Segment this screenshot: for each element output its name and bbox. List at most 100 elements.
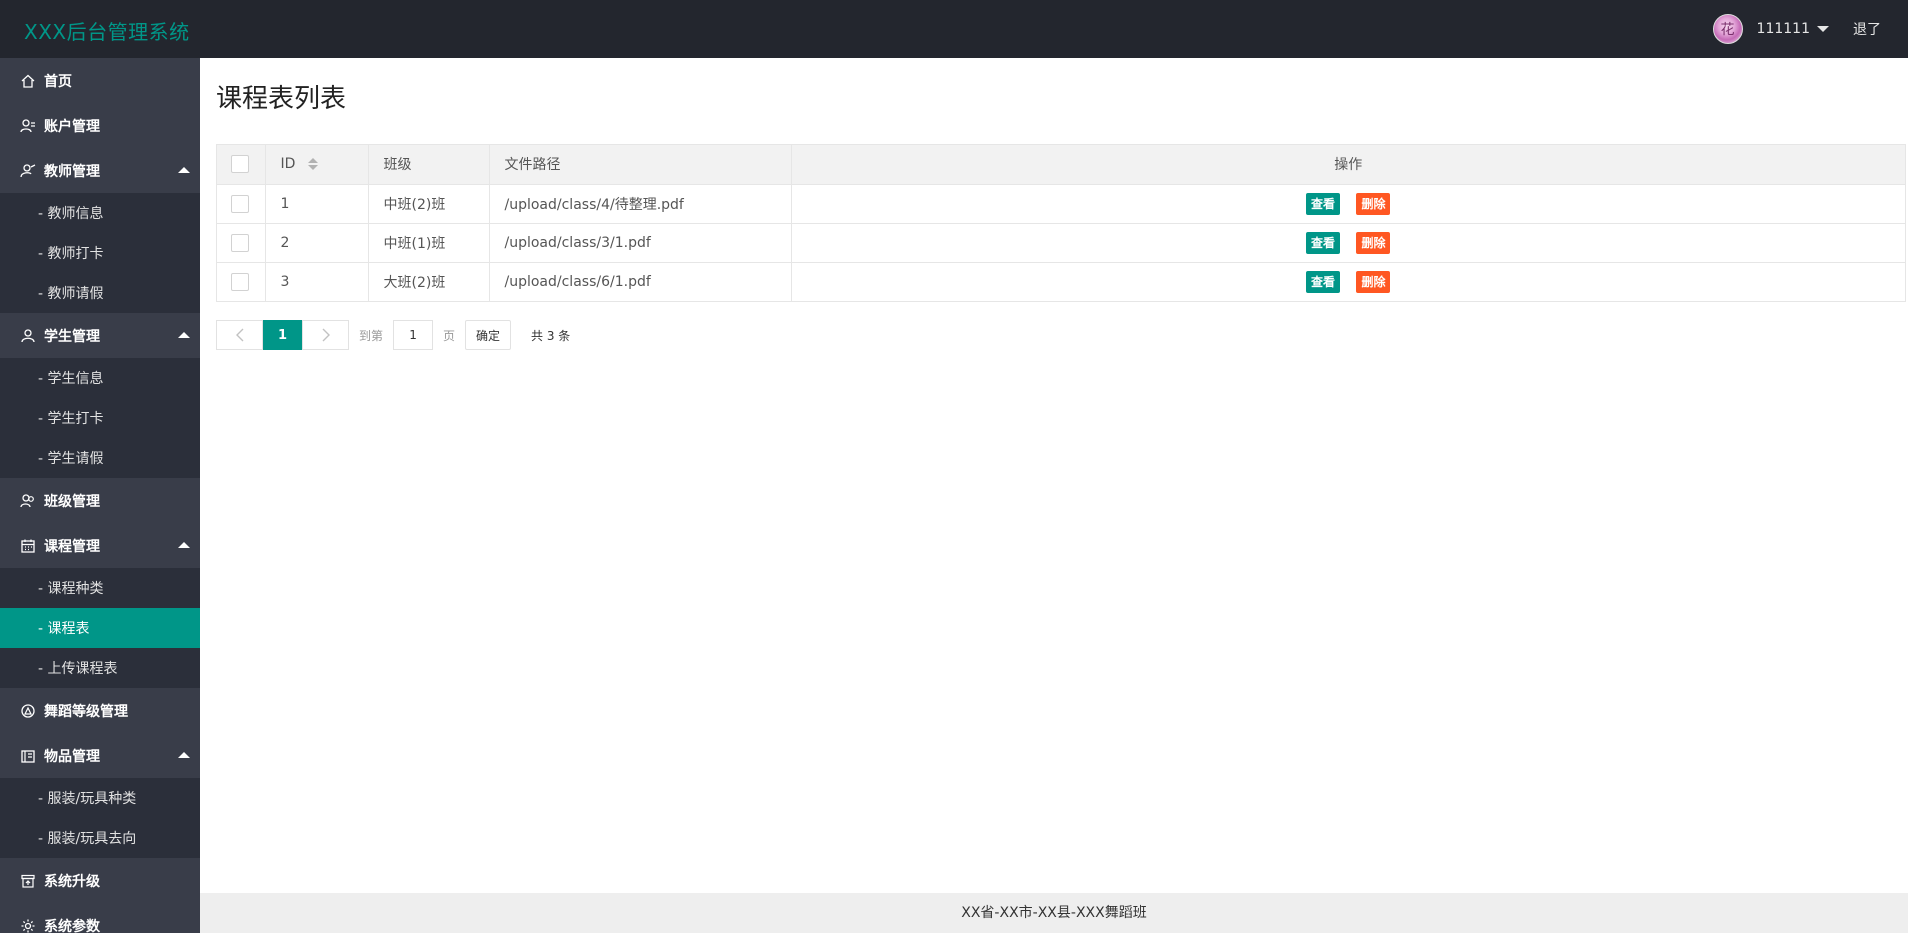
level-icon xyxy=(21,703,35,718)
cell-path: /upload/class/6/1.pdf xyxy=(489,262,792,301)
delete-button[interactable]: 删除 xyxy=(1356,270,1391,293)
user-area: 花 111111 退了 xyxy=(1712,0,1908,58)
confirm-button[interactable]: 确定 xyxy=(465,320,512,350)
table-row: 2 中班(1)班 /upload/class/3/1.pdf 查看 删除 xyxy=(217,223,1905,263)
main-content: 课程表列表 ID 班级 文件路径 操作 1 中班(2)班 /upload/cla… xyxy=(200,58,1908,894)
prev-page-button[interactable] xyxy=(216,320,263,350)
sidebar-item-label: 教师管理 xyxy=(44,163,100,180)
top-header: XXX后台管理系统 花 111111 退了 xyxy=(0,0,1908,58)
table-header-row: ID 班级 文件路径 操作 xyxy=(217,145,1905,185)
delete-button[interactable]: 删除 xyxy=(1356,192,1391,215)
sidebar-item-label: 物品管理 xyxy=(44,748,100,765)
cell-actions: 查看 删除 xyxy=(791,262,1905,301)
sidebar-item-classes[interactable]: 班级管理 xyxy=(0,478,200,523)
sidebar-subitem-upload-schedule[interactable]: - 上传课程表 xyxy=(0,648,200,688)
chevron-up-icon xyxy=(178,752,190,758)
column-header-id[interactable]: ID xyxy=(265,145,369,185)
row-checkbox[interactable] xyxy=(231,194,249,213)
gear-icon xyxy=(21,919,35,932)
logout-link[interactable]: 退了 xyxy=(1853,19,1881,39)
current-page-button[interactable]: 1 xyxy=(263,320,302,350)
cell-actions: 查看 删除 xyxy=(791,223,1905,263)
sidebar-item-goods[interactable]: 物品管理 xyxy=(0,733,200,778)
chevron-down-icon[interactable] xyxy=(1817,26,1829,32)
app-logo[interactable]: XXX后台管理系统 xyxy=(24,16,190,45)
sidebar-item-label: 课程管理 xyxy=(44,538,100,555)
sidebar-subitem-teacher-info[interactable]: - 教师信息 xyxy=(0,193,200,233)
sidebar-item-label: 系统参数 xyxy=(44,918,100,933)
chevron-left-icon xyxy=(235,328,243,342)
sidebar-item-home[interactable]: 首页 xyxy=(0,58,200,103)
sidebar-subitem-teacher-leave[interactable]: - 教师请假 xyxy=(0,273,200,313)
sidebar-item-courses[interactable]: 课程管理 xyxy=(0,523,200,568)
calendar-icon xyxy=(21,539,35,553)
total-count: 共 3 条 xyxy=(531,328,571,343)
student-icon xyxy=(21,328,35,342)
cell-class: 中班(1)班 xyxy=(368,223,490,263)
sidebar-item-label: 系统升级 xyxy=(44,873,100,890)
cell-path: /upload/class/4/待整理.pdf xyxy=(489,184,792,224)
view-button[interactable]: 查看 xyxy=(1306,270,1341,293)
home-icon xyxy=(21,74,35,88)
chevron-up-icon xyxy=(178,167,190,173)
goto-label: 到第 xyxy=(359,328,384,343)
sidebar-item-label: 舞蹈等级管理 xyxy=(44,703,128,720)
goods-icon xyxy=(21,749,35,763)
upgrade-icon xyxy=(21,874,35,888)
cell-path: /upload/class/3/1.pdf xyxy=(489,223,792,263)
chevron-up-icon xyxy=(178,332,190,338)
sidebar-subitem-goods-destination[interactable]: - 服装/玩具去向 xyxy=(0,818,200,858)
class-icon xyxy=(20,493,34,507)
page-title: 课程表列表 xyxy=(216,84,347,114)
sidebar-subitem-course-types[interactable]: - 课程种类 xyxy=(0,568,200,608)
sidebar-subitem-goods-types[interactable]: - 服装/玩具种类 xyxy=(0,778,200,818)
user-list-icon xyxy=(20,118,35,132)
sidebar-subitem-teacher-checkin[interactable]: - 教师打卡 xyxy=(0,233,200,273)
sidebar-item-settings[interactable]: 系统参数 xyxy=(0,903,200,933)
sidebar-item-upgrade[interactable]: 系统升级 xyxy=(0,858,200,903)
sidebar-item-label: 班级管理 xyxy=(44,493,100,510)
column-header-actions: 操作 xyxy=(791,145,1905,185)
sidebar-subitem-student-leave[interactable]: - 学生请假 xyxy=(0,438,200,478)
sidebar-item-teachers[interactable]: 教师管理 xyxy=(0,148,200,193)
footer: XX省-XX市-XX县-XXX舞蹈班 xyxy=(200,893,1908,933)
cell-id: 2 xyxy=(265,223,369,263)
row-checkbox[interactable] xyxy=(231,233,249,252)
sidebar-subitem-student-checkin[interactable]: - 学生打卡 xyxy=(0,398,200,438)
column-header-path: 文件路径 xyxy=(489,145,792,185)
cell-id: 1 xyxy=(265,184,369,224)
table-row: 3 大班(2)班 /upload/class/6/1.pdf 查看 删除 xyxy=(217,262,1905,301)
cell-actions: 查看 删除 xyxy=(791,184,1905,224)
cell-id: 3 xyxy=(265,262,369,301)
teacher-icon xyxy=(20,163,36,177)
schedule-table: ID 班级 文件路径 操作 1 中班(2)班 /upload/class/4/待… xyxy=(216,144,1906,302)
sidebar-subitem-student-info[interactable]: - 学生信息 xyxy=(0,358,200,398)
sidebar: 首页 账户管理 教师管理 - 教师信息 - 教师打卡 - 教师请假 学生管理 -… xyxy=(0,58,200,933)
select-all-checkbox[interactable] xyxy=(231,155,249,174)
sidebar-subitem-schedule[interactable]: - 课程表 xyxy=(0,608,200,648)
sidebar-item-dance-levels[interactable]: 舞蹈等级管理 xyxy=(0,688,200,733)
cell-class: 大班(2)班 xyxy=(368,262,490,301)
goto-page-input[interactable] xyxy=(393,320,434,350)
column-header-label: ID xyxy=(280,156,296,173)
view-button[interactable]: 查看 xyxy=(1306,192,1341,215)
view-button[interactable]: 查看 xyxy=(1306,231,1341,254)
next-page-button[interactable] xyxy=(302,320,349,350)
sidebar-item-label: 账户管理 xyxy=(44,118,100,135)
sidebar-item-label: 学生管理 xyxy=(44,328,100,345)
delete-button[interactable]: 删除 xyxy=(1356,231,1391,254)
sort-icon[interactable] xyxy=(307,158,318,171)
row-checkbox[interactable] xyxy=(231,272,249,291)
username[interactable]: 111111 xyxy=(1757,21,1810,37)
sidebar-item-accounts[interactable]: 账户管理 xyxy=(0,103,200,148)
sidebar-item-students[interactable]: 学生管理 xyxy=(0,313,200,358)
column-header-class: 班级 xyxy=(368,145,490,185)
page-label: 页 xyxy=(443,328,456,343)
sidebar-item-label: 首页 xyxy=(44,73,72,90)
chevron-up-icon xyxy=(178,542,190,548)
pagination: 1 到第 页 确定 共 3 条 xyxy=(216,320,570,350)
cell-class: 中班(2)班 xyxy=(368,184,490,224)
chevron-right-icon xyxy=(322,328,330,342)
table-row: 1 中班(2)班 /upload/class/4/待整理.pdf 查看 删除 xyxy=(217,184,1905,224)
avatar[interactable]: 花 xyxy=(1712,14,1743,44)
